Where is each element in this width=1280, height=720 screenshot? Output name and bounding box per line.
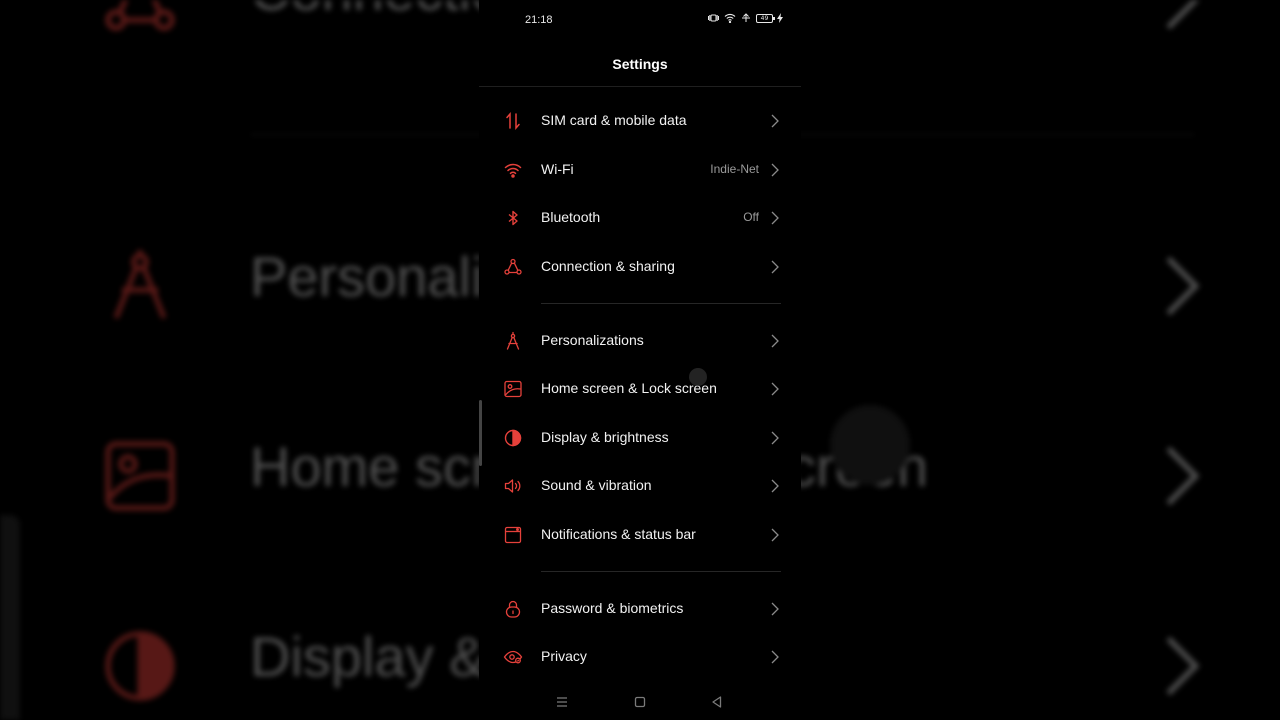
bluetooth-icon [503, 208, 523, 228]
settings-item-label: Display & brightness [541, 429, 669, 445]
home-button[interactable] [630, 692, 650, 712]
settings-item-label: Wi-Fi [541, 161, 574, 177]
wifi-network-name: Indie-Net [710, 162, 759, 176]
settings-item-label: Password & biometrics [541, 600, 684, 616]
settings-item-password-biometrics[interactable]: Password & biometrics [479, 585, 801, 633]
wallpaper-icon [100, 436, 180, 516]
sim-data-arrows-icon [503, 111, 523, 131]
bg-label-display: Display & [250, 625, 487, 688]
chevron-right-icon [771, 479, 779, 493]
wifi-icon [503, 160, 523, 180]
status-bar: 21:18 49 [479, 0, 801, 40]
bg-touch-blob [830, 405, 910, 485]
connection-sharing-icon [503, 257, 523, 277]
page-title: Settings [612, 56, 668, 72]
wifi-status-icon [724, 13, 736, 23]
bg-edge-tab [0, 515, 20, 720]
settings-item-privacy[interactable]: Privacy [479, 633, 801, 681]
chevron-right-icon [771, 382, 779, 396]
chevron-right-icon [771, 260, 779, 274]
settings-item-label: Sound & vibration [541, 477, 652, 493]
menu-button[interactable] [552, 692, 572, 712]
bg-label-connection: Connectio [250, 0, 502, 23]
chevron-right-icon [771, 114, 779, 128]
settings-item-bluetooth[interactable]: Bluetooth Off [479, 194, 801, 242]
settings-item-sound-vibration[interactable]: Sound & vibration [479, 462, 801, 510]
phone-screen: 21:18 49 Settings SIM card & mobile data [479, 0, 801, 720]
chevron-right-icon [771, 650, 779, 664]
contrast-icon [503, 428, 523, 448]
bg-label-home-screen: Home scr [250, 435, 490, 498]
chevron-right-icon [771, 211, 779, 225]
settings-item-label: Bluetooth [541, 209, 601, 225]
charging-icon [777, 13, 783, 23]
compass-icon [100, 246, 180, 326]
settings-item-home-lock-screen[interactable]: Home screen & Lock screen [479, 365, 801, 413]
settings-item-label: Personalizations [541, 332, 644, 348]
section-divider [541, 303, 781, 304]
settings-item-personalizations[interactable]: Personalizations [479, 317, 801, 365]
settings-item-label: Notifications & status bar [541, 526, 696, 542]
touch-indicator [689, 368, 707, 386]
status-time: 21:18 [525, 14, 553, 26]
chevron-right-icon [771, 334, 779, 348]
connection-sharing-icon [100, 0, 180, 40]
contrast-icon [100, 626, 180, 706]
data-transfer-icon [740, 13, 752, 23]
privacy-eye-icon [503, 647, 523, 667]
bg-label-personalizations: Personali [250, 245, 484, 308]
navigation-bar [479, 684, 801, 720]
chevron-right-icon [1160, 254, 1204, 318]
notification-icon [503, 525, 523, 545]
title-bar: Settings [479, 40, 801, 87]
chevron-right-icon [1160, 444, 1204, 508]
back-button[interactable] [707, 692, 727, 712]
chevron-right-icon [771, 602, 779, 616]
section-divider [541, 571, 781, 572]
settings-item-wifi[interactable]: Wi-Fi Indie-Net [479, 146, 801, 194]
lock-icon [503, 599, 523, 619]
settings-item-label: Connection & sharing [541, 258, 675, 274]
vibrate-icon [707, 13, 720, 23]
chevron-right-icon [771, 431, 779, 445]
battery-icon: 49 [756, 13, 775, 23]
bluetooth-status: Off [743, 210, 759, 224]
chevron-right-icon [771, 528, 779, 542]
scroll-indicator[interactable] [479, 400, 482, 466]
speaker-icon [503, 476, 523, 496]
chevron-right-icon [1160, 634, 1204, 698]
settings-item-connection-sharing[interactable]: Connection & sharing [479, 243, 801, 291]
settings-item-display-brightness[interactable]: Display & brightness [479, 414, 801, 462]
settings-item-label: SIM card & mobile data [541, 112, 687, 128]
chevron-right-icon [1160, 0, 1204, 32]
compass-icon [503, 331, 523, 351]
chevron-right-icon [771, 163, 779, 177]
status-icons: 49 [707, 13, 783, 23]
wallpaper-icon [503, 379, 523, 399]
settings-item-sim-card[interactable]: SIM card & mobile data [479, 97, 801, 145]
settings-item-label: Privacy [541, 648, 587, 664]
settings-item-notifications[interactable]: Notifications & status bar [479, 511, 801, 559]
